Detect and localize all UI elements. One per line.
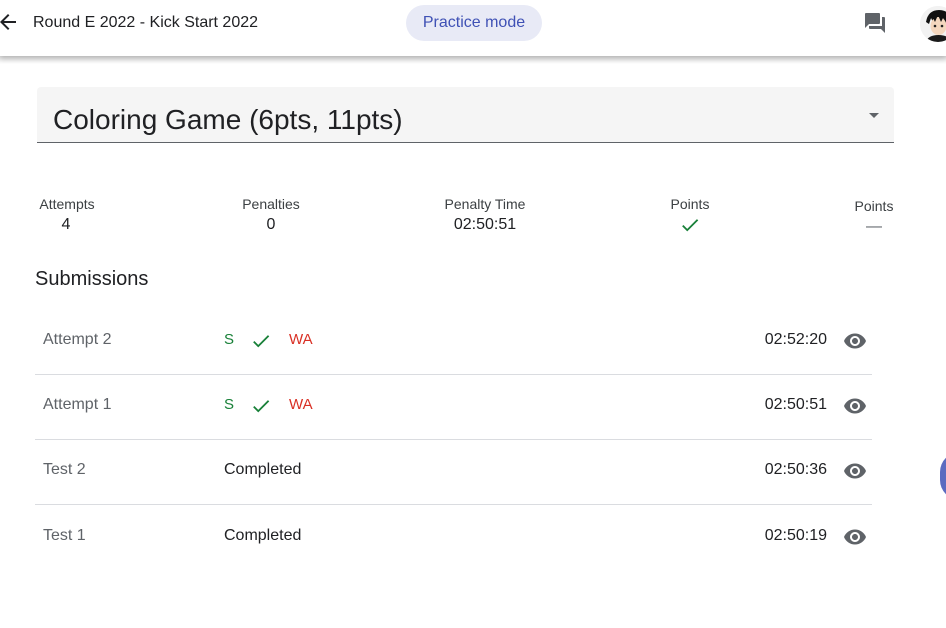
submission-row[interactable]: Attempt 2 S WA 02:52:20: [35, 309, 872, 375]
attempts-value: 4: [61, 216, 71, 233]
penalties-stat: Penalties 0: [240, 196, 302, 234]
points-stat-1: Points: [668, 196, 712, 236]
check-icon: [253, 335, 270, 348]
check-icon: [682, 219, 699, 232]
practice-mode-chip[interactable]: Practice mode: [406, 5, 542, 41]
eye-icon: [844, 398, 866, 414]
user-avatar[interactable]: [920, 6, 946, 42]
submission-time: 02:50:36: [764, 461, 827, 478]
points-stat-2: Points —: [852, 198, 896, 236]
large-test-verdict: WA: [289, 331, 313, 348]
eye-icon: [844, 463, 866, 479]
attempts-label: Attempts: [39, 196, 95, 212]
check-icon: [253, 400, 270, 413]
round-title: Round E 2022 - Kick Start 2022: [33, 14, 259, 31]
penalties-label: Penalties: [242, 196, 300, 212]
view-submission-button[interactable]: [843, 329, 867, 353]
small-test-verdict: S: [224, 396, 235, 413]
submission-row[interactable]: Test 1 Completed 02:50:19: [35, 505, 872, 570]
penalty-time-label: Penalty Time: [444, 196, 526, 212]
small-test-verdict: S: [224, 331, 235, 348]
submission-time: 02:52:20: [764, 331, 827, 348]
avatar-icon: [920, 6, 946, 42]
chat-forum-icon: [865, 13, 885, 33]
submission-name: Test 2: [43, 461, 86, 478]
dropdown-arrow-icon: [869, 113, 879, 118]
eye-icon: [844, 529, 866, 545]
top-bar-shadow: [0, 56, 946, 64]
chat-button[interactable]: [863, 11, 887, 35]
points-value-2: —: [866, 218, 882, 235]
submissions-title: Submissions: [35, 268, 149, 290]
floating-action-button[interactable]: [940, 452, 946, 500]
eye-icon: [844, 333, 866, 349]
submission-time: 02:50:19: [764, 527, 827, 544]
problem-select[interactable]: Coloring Game (6pts, 11pts): [37, 87, 894, 143]
attempts-stat: Attempts 4: [37, 196, 97, 234]
points-label-1: Points: [670, 196, 710, 212]
selected-problem: Coloring Game (6pts, 11pts): [53, 104, 403, 135]
submission-time: 02:50:51: [764, 396, 827, 413]
penalties-value: 0: [266, 216, 276, 233]
view-submission-button[interactable]: [843, 394, 867, 418]
submission-status: Completed: [224, 461, 302, 478]
submission-row[interactable]: Test 2 Completed 02:50:36: [35, 439, 872, 505]
top-app-bar: Round E 2022 - Kick Start 2022 Practice …: [0, 0, 946, 56]
penalty-time-stat: Penalty Time 02:50:51: [443, 196, 527, 234]
large-test-verdict: WA: [289, 396, 313, 413]
view-submission-button[interactable]: [843, 459, 867, 483]
submission-name: Attempt 1: [43, 396, 112, 413]
penalty-time-value: 02:50:51: [453, 216, 517, 233]
arrow-left-icon: [0, 14, 16, 30]
submission-name: Attempt 2: [43, 331, 112, 348]
view-submission-button[interactable]: [843, 525, 867, 549]
submission-row[interactable]: Attempt 1 S WA 02:50:51: [35, 374, 872, 440]
points-label-2: Points: [854, 198, 894, 214]
submission-name: Test 1: [43, 527, 86, 544]
submission-status: Completed: [224, 527, 302, 544]
back-button[interactable]: [0, 10, 20, 34]
